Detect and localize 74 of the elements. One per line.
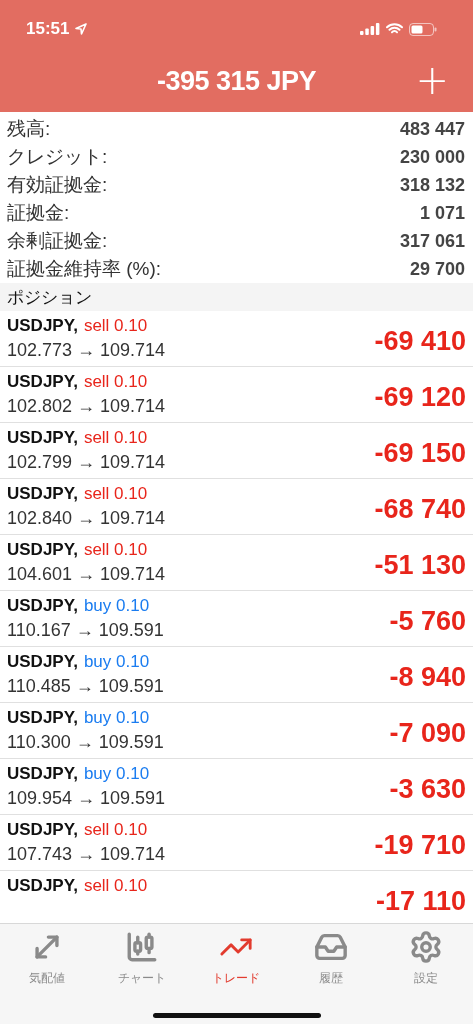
position-profit: -69 410 xyxy=(374,328,466,355)
position-symbol: USDJPY, xyxy=(7,876,78,896)
location-arrow-icon xyxy=(75,23,88,35)
summary-label: 証拠金維持率 (%): xyxy=(7,257,162,281)
order-type: buy 0.10 xyxy=(83,596,150,616)
order-type: sell 0.10 xyxy=(83,428,148,448)
position-prices: 110.300 → 109.591 xyxy=(7,732,164,753)
position-row[interactable]: USDJPY, sell 0.10 102.802 → 109.714 -69 120 xyxy=(0,367,473,423)
summary-label: 余剰証拠金: xyxy=(7,229,108,253)
section-header: ポジション xyxy=(0,283,473,311)
position-prices: 110.167 → 109.591 xyxy=(7,620,164,641)
order-type: sell 0.10 xyxy=(83,484,148,504)
position-prices: 110.485 → 109.591 xyxy=(7,676,164,697)
summary-value: 1 071 xyxy=(419,202,465,224)
position-symbol: USDJPY, xyxy=(7,652,78,672)
position-profit: -19 710 xyxy=(374,832,466,859)
position-profit: -69 150 xyxy=(374,440,466,467)
settings-icon xyxy=(408,930,443,964)
signal-icon xyxy=(360,23,380,35)
order-type: sell 0.10 xyxy=(83,820,148,840)
wifi-icon xyxy=(386,23,403,35)
order-type: buy 0.10 xyxy=(83,708,150,728)
order-type: sell 0.10 xyxy=(83,316,148,336)
position-row[interactable]: USDJPY, buy 0.10 109.954 → 109.591 -3 630 xyxy=(0,759,473,815)
summary-value: 317 061 xyxy=(399,230,465,252)
order-type: sell 0.10 xyxy=(83,372,148,392)
battery-icon xyxy=(409,22,437,36)
position-symbol: USDJPY, xyxy=(7,708,78,728)
summary-value: 230 000 xyxy=(399,146,465,168)
position-prices: 104.601 → 109.714 xyxy=(7,564,166,585)
position-symbol: USDJPY, xyxy=(7,764,78,784)
position-prices: 102.799 → 109.714 xyxy=(7,452,166,473)
position-row[interactable]: USDJPY, sell 0.10 104.601 → 109.714 -51 130 xyxy=(0,535,473,591)
position-row[interactable]: USDJPY, sell 0.10 102.773 → 109.714 -69 410 xyxy=(0,311,473,367)
summary-value: 29 700 xyxy=(409,258,465,280)
summary-label: 有効証拠金: xyxy=(7,173,108,197)
order-type: buy 0.10 xyxy=(83,764,150,784)
position-symbol: USDJPY, xyxy=(7,372,78,392)
position-symbol: USDJPY, xyxy=(7,428,78,448)
position-prices: 102.773 → 109.714 xyxy=(7,340,166,361)
order-type: buy 0.10 xyxy=(83,652,150,672)
account-total: -395 315 JPY xyxy=(156,65,317,97)
position-row[interactable]: USDJPY, sell 0.10 107.743 → 109.714 -19 710 xyxy=(0,815,473,871)
position-row[interactable]: USDJPY, buy 0.10 110.300 → 109.591 -7 090 xyxy=(0,703,473,759)
summary-label: クレジット: xyxy=(7,145,108,169)
position-symbol: USDJPY, xyxy=(7,316,78,336)
position-symbol: USDJPY, xyxy=(7,540,78,560)
position-prices: 107.743 → 109.714 xyxy=(7,844,166,865)
position-profit: -7 090 xyxy=(389,720,466,747)
order-type: sell 0.10 xyxy=(83,876,148,896)
position-prices: 109.954 → 109.591 xyxy=(7,788,166,809)
summary-label: 残高: xyxy=(7,117,51,141)
position-symbol: USDJPY, xyxy=(7,596,78,616)
position-row[interactable]: USDJPY, sell 0.10 102.799 → 109.714 -69 150 xyxy=(0,423,473,479)
summary-value: 483 447 xyxy=(399,118,465,140)
position-profit: -69 120 xyxy=(374,384,466,411)
position-prices: 102.802 → 109.714 xyxy=(7,396,166,417)
position-profit: -68 740 xyxy=(374,496,466,523)
position-profit: -17 110 xyxy=(375,888,466,915)
position-profit: -8 940 xyxy=(389,664,466,691)
tab-item[interactable]: トレード xyxy=(189,926,284,991)
position-symbol: USDJPY, xyxy=(7,484,78,504)
status-time: 15:51 xyxy=(26,19,70,39)
summary-value: 318 132 xyxy=(399,174,465,196)
position-profit: -51 130 xyxy=(374,552,466,579)
order-type: sell 0.10 xyxy=(83,540,148,560)
position-row[interactable]: USDJPY, sell 0.10 102.840 → 109.714 -68 740 xyxy=(0,479,473,535)
position-row[interactable]: USDJPY, buy 0.10 110.485 → 109.591 -8 940 xyxy=(0,647,473,703)
summary-label: 証拠金: xyxy=(7,201,70,225)
position-prices: 102.840 → 109.714 xyxy=(7,508,166,529)
position-symbol: USDJPY, xyxy=(7,820,78,840)
position-profit: -5 760 xyxy=(389,608,466,635)
position-row[interactable]: USDJPY, buy 0.10 110.167 → 109.591 -5 760 xyxy=(0,591,473,647)
position-profit: -3 630 xyxy=(389,776,466,803)
